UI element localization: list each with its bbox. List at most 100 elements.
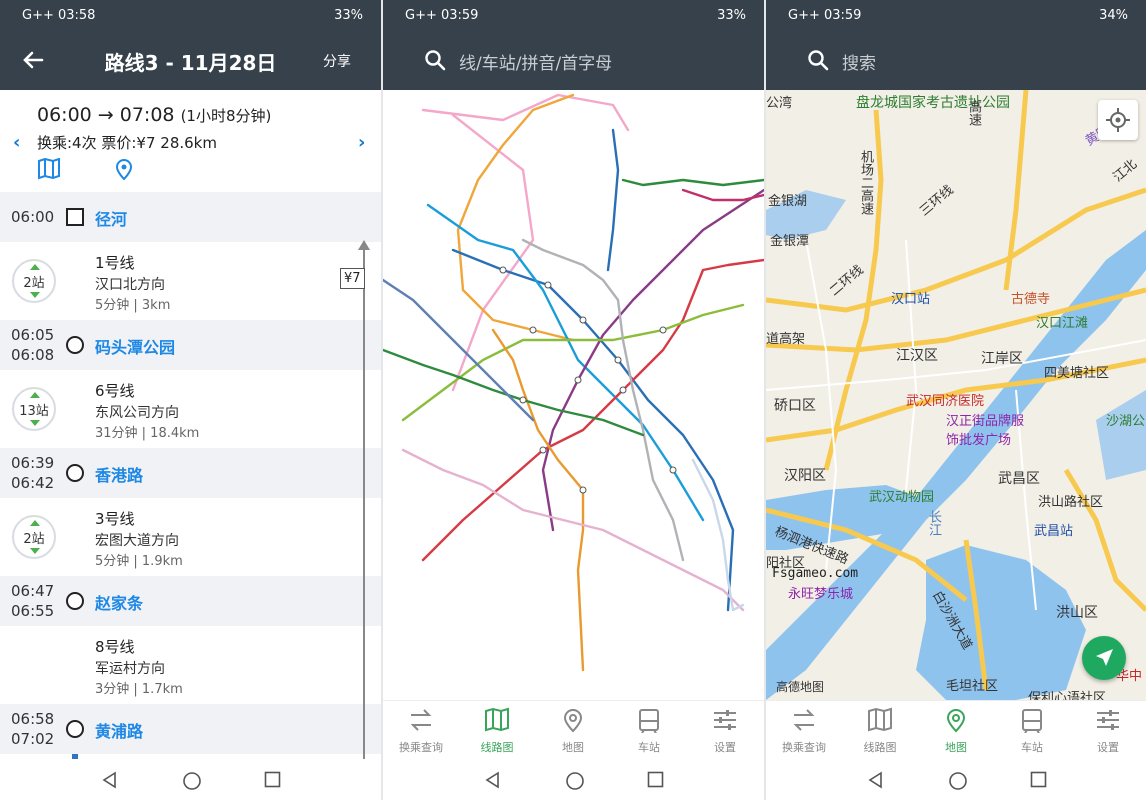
map-label[interactable]: 汉口江滩: [1036, 312, 1088, 331]
search-icon[interactable]: [806, 48, 830, 72]
tab-station[interactable]: 车站: [619, 707, 679, 755]
line-name: 3号线: [95, 510, 135, 528]
map-label: 武昌区: [998, 471, 1040, 487]
search-input[interactable]: 线/车站/拼音/首字母: [459, 49, 612, 74]
segment-duration: 31分钟 | 18.4km: [95, 426, 200, 441]
tab-line-map[interactable]: 线路图: [467, 707, 527, 755]
line-direction: 东风公司方向: [95, 405, 179, 421]
fare-arrow-icon: [358, 240, 370, 250]
segment-duration: 5分钟 | 1.9km: [95, 554, 183, 569]
tab-line-map[interactable]: 线路图: [850, 707, 910, 755]
tab-transfer[interactable]: 换乘查询: [391, 707, 451, 755]
tab-label: 车站: [1021, 741, 1043, 754]
transfer-dot: [66, 464, 84, 482]
stop-name[interactable]: 赵家条: [95, 590, 143, 614]
search-bar: 线/车站/拼音/首字母: [383, 30, 764, 90]
map-label[interactable]: 盘龙城国家考古遗址公园: [856, 92, 1010, 112]
share-button[interactable]: 分享: [323, 51, 351, 71]
nav-recents-icon[interactable]: [264, 771, 281, 788]
navigation-arrow-icon: [1096, 649, 1113, 666]
nav-recents-icon[interactable]: [1030, 771, 1047, 788]
segment-row[interactable]: 13站 6号线 东风公司方向 31分钟 | 18.4km: [0, 370, 381, 448]
city-map[interactable]: 盘龙城国家考古遗址公园 汉口站 古德寺 汉口江滩 江汉区 江岸区 四美塘社区 武…: [766, 90, 1146, 700]
map-label: 四美塘社区: [1044, 366, 1110, 381]
next-route-icon[interactable]: ›: [358, 132, 365, 153]
location-pin-icon[interactable]: [114, 158, 134, 180]
route-duration: (1小时8分钟): [180, 107, 272, 125]
nav-home-icon[interactable]: [182, 771, 202, 791]
stop-name[interactable]: 码头潭公园: [95, 334, 175, 358]
segment-row[interactable]: 2站 1号线 汉口北方向 5分钟 | 3km: [0, 242, 381, 320]
nav-back-icon[interactable]: [867, 771, 885, 789]
locate-me-button[interactable]: [1098, 100, 1138, 140]
stop-row[interactable]: 06:39 06:42 香港路: [0, 448, 381, 498]
tab-map[interactable]: 地图: [543, 707, 603, 755]
stop-time: 06:05 06:08: [11, 326, 55, 364]
map-label: 机场二高速: [858, 150, 873, 215]
line-map-panel: G++ 03:59 33% 线/车站/拼音/首字母 换乘查询 线路图 地图 车站…: [383, 0, 764, 800]
map-label[interactable]: 武汉同济医院: [906, 390, 984, 409]
status-time: G++ 03:59: [788, 8, 862, 23]
tab-label: 设置: [714, 741, 736, 754]
status-bar: G++ 03:59 33%: [383, 0, 764, 30]
city-map-panel: G++ 03:59 34% 搜索 盘龙城国家考古遗址公园 汉口站 古德寺 汉口江…: [766, 0, 1146, 800]
map-label: 洪山路社区: [1038, 495, 1104, 510]
navigate-button[interactable]: [1082, 636, 1126, 680]
nav-back-icon[interactable]: [101, 771, 119, 789]
status-time: G++ 03:58: [22, 8, 96, 23]
prev-route-icon[interactable]: ‹: [13, 132, 20, 153]
settings-sliders-icon: [1097, 710, 1119, 730]
map-label[interactable]: 武昌站: [1034, 520, 1073, 539]
stop-row[interactable]: 06:00 径河: [0, 192, 381, 242]
map-label[interactable]: 汉口站: [891, 288, 930, 307]
segment-row[interactable]: 8号线 军运村方向 3分钟 | 1.7km: [0, 626, 381, 704]
search-input[interactable]: 搜索: [842, 49, 876, 74]
map-label[interactable]: 永旺梦乐城: [788, 583, 853, 602]
tab-transfer[interactable]: 换乘查询: [774, 707, 834, 755]
nav-recents-icon[interactable]: [647, 771, 664, 788]
map-label[interactable]: 武汉动物园: [869, 486, 934, 505]
route-detail-panel: G++ 03:58 33% 路线3 - 11月28日 分享 06:00 → 07…: [0, 0, 381, 800]
station-count-badge[interactable]: 13站: [12, 387, 56, 431]
station-count-badge[interactable]: 2站: [12, 259, 56, 303]
metro-map[interactable]: [383, 90, 764, 700]
search-icon[interactable]: [423, 48, 447, 72]
badge-label: 13站: [19, 404, 49, 419]
segment-row[interactable]: 2站 3号线 宏图大道方向 5分钟 | 1.9km: [0, 498, 381, 576]
nav-home-icon[interactable]: [565, 771, 585, 791]
map-label: 公湾: [766, 96, 793, 111]
map-label[interactable]: 古德寺: [1011, 288, 1050, 307]
route-summary: 06:00 → 07:08 (1小时8分钟) ‹ 换乘:4次 票价:¥7 28.…: [0, 90, 381, 192]
tab-settings[interactable]: 设置: [1078, 707, 1138, 755]
map-book-icon[interactable]: [37, 158, 61, 180]
settings-sliders-icon: [714, 710, 736, 730]
tab-settings[interactable]: 设置: [695, 707, 755, 755]
stop-row[interactable]: 06:47 06:55 赵家条: [0, 576, 381, 626]
stop-row[interactable]: 06:05 06:08 码头潭公园: [0, 320, 381, 370]
line-direction: 汉口北方向: [95, 277, 165, 293]
stop-name[interactable]: 径河: [95, 206, 127, 230]
map-label: 保利心语社区: [1028, 691, 1107, 700]
map-label[interactable]: 汉正街品牌服饰批发广场: [946, 410, 1026, 448]
stop-name[interactable]: 黄浦路: [95, 718, 143, 742]
station-count-badge[interactable]: 2站: [12, 515, 56, 559]
tab-map[interactable]: 地图: [926, 707, 986, 755]
transfer-dot: [66, 592, 84, 610]
tab-label: 地图: [562, 741, 584, 754]
tab-label: 换乘查询: [782, 741, 826, 754]
map-pin-icon: [946, 709, 966, 733]
status-battery: 34%: [1099, 8, 1128, 23]
status-time: G++ 03:59: [405, 8, 479, 23]
stop-row[interactable]: 06:58 07:02 黄浦路: [0, 704, 381, 754]
tab-label: 车站: [638, 741, 660, 754]
system-nav-bar: [0, 759, 381, 800]
search-bar: 搜索: [766, 30, 1146, 90]
nav-home-icon[interactable]: [948, 771, 968, 791]
stop-name[interactable]: 香港路: [95, 462, 143, 486]
tab-station[interactable]: 车站: [1002, 707, 1062, 755]
segment-duration: 5分钟 | 3km: [95, 298, 171, 313]
watermark: Fsgameo.com: [772, 566, 859, 581]
map-label[interactable]: 沙湖公: [1106, 410, 1145, 429]
status-battery: 33%: [334, 8, 363, 23]
nav-back-icon[interactable]: [484, 771, 502, 789]
